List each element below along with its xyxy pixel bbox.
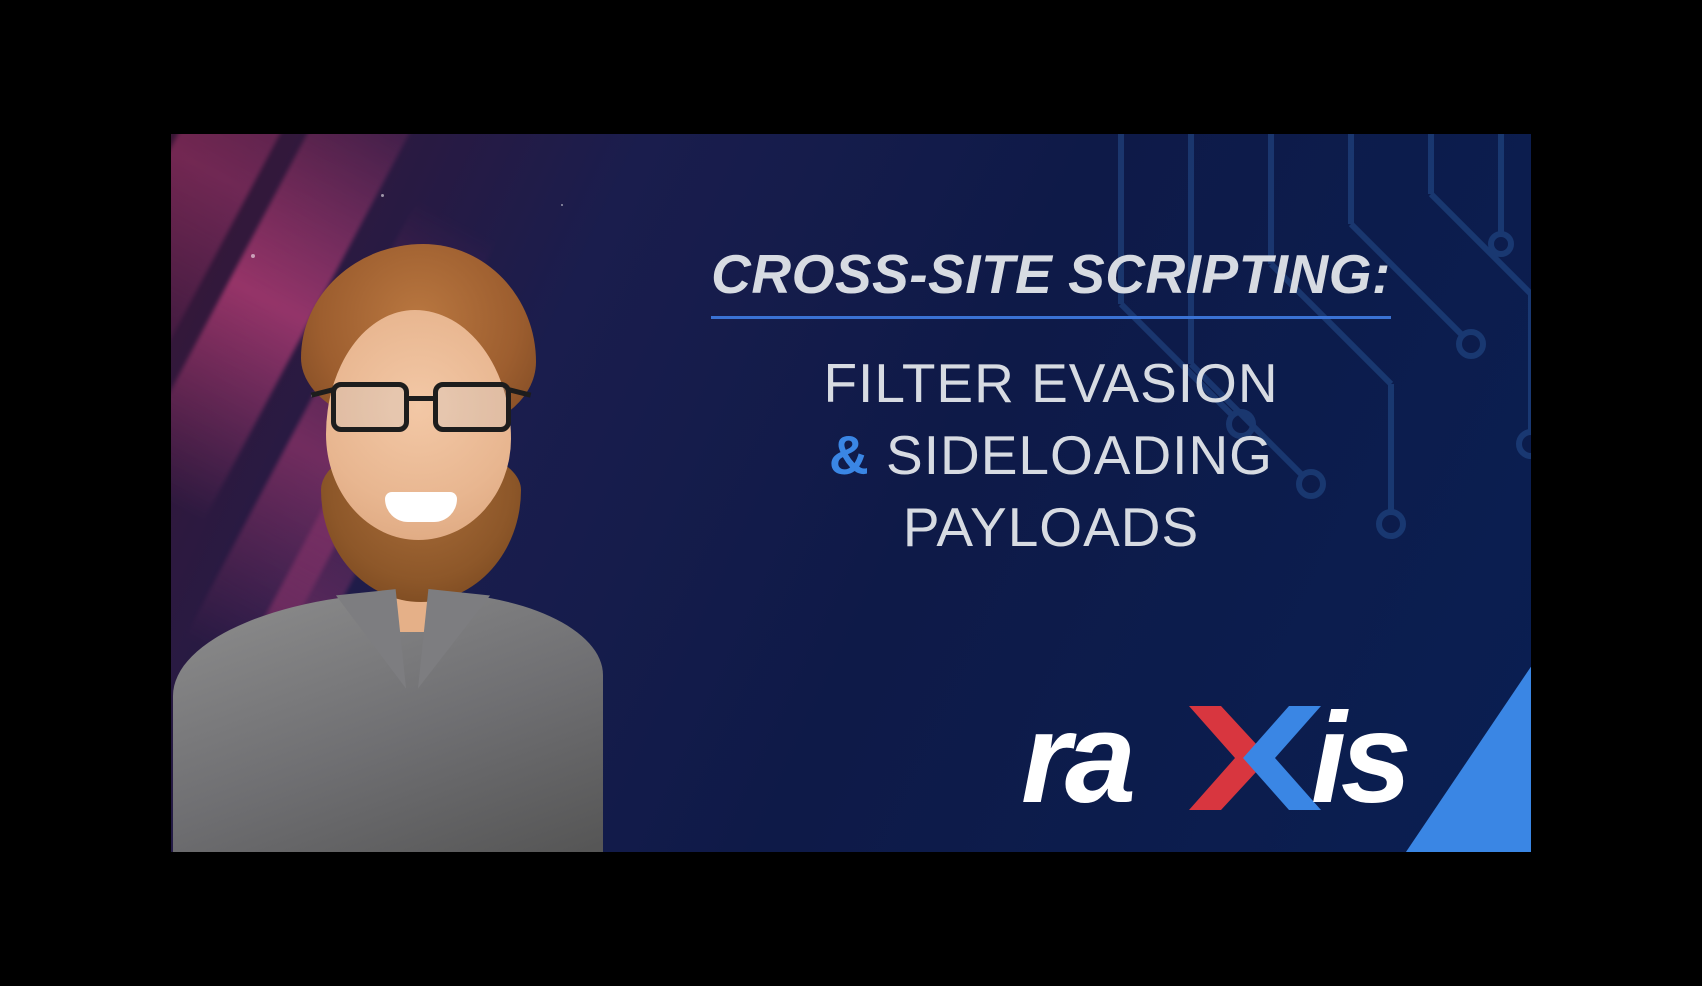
headline-block: CROSS-SITE SCRIPTING: FILTER EVASION & S…: [641, 242, 1461, 559]
promo-graphic: CROSS-SITE SCRIPTING: FILTER EVASION & S…: [171, 134, 1531, 852]
title: CROSS-SITE SCRIPTING:: [711, 242, 1391, 319]
particle: [381, 194, 384, 197]
presenter-mouth: [385, 492, 457, 522]
subtitle-line-2: & SIDELOADING: [641, 423, 1461, 487]
collar: [336, 589, 406, 695]
presenter-photo: [171, 222, 621, 852]
collar: [418, 589, 490, 695]
raxis-logo: ra is: [1021, 698, 1461, 818]
subtitle-line-2-rest: SIDELOADING: [886, 424, 1273, 486]
subtitle-line-3: PAYLOADS: [641, 495, 1461, 559]
glasses-icon: [331, 382, 511, 438]
particle: [561, 204, 563, 206]
subtitle-line-1: FILTER EVASION: [641, 351, 1461, 415]
logo-text-ra: ra: [1021, 698, 1133, 818]
ampersand: &: [829, 424, 870, 486]
logo-text-is: is: [1311, 698, 1408, 818]
